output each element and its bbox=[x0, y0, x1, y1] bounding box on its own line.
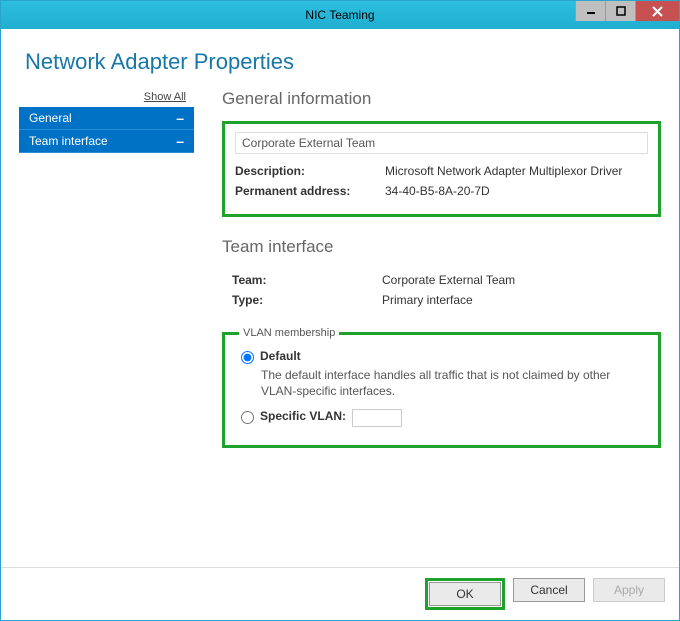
body: Show All General – Team interface – Gene… bbox=[19, 89, 661, 567]
sidebar-item-label: General bbox=[29, 111, 72, 125]
team-interface-block: Team: Corporate External Team Type: Prim… bbox=[222, 269, 661, 327]
maximize-button[interactable] bbox=[605, 1, 635, 21]
close-button[interactable] bbox=[635, 1, 679, 21]
vlan-default-radio[interactable] bbox=[241, 351, 254, 364]
kv-row: Description: Microsoft Network Adapter M… bbox=[235, 164, 648, 178]
show-all-link[interactable]: Show All bbox=[19, 89, 194, 107]
titlebar: NIC Teaming bbox=[1, 1, 679, 29]
kv-value: 34-40-B5-8A-20-7D bbox=[385, 184, 648, 198]
collapse-icon: – bbox=[176, 136, 184, 146]
vlan-legend: VLAN membership bbox=[239, 327, 339, 339]
cancel-button[interactable]: Cancel bbox=[513, 578, 585, 602]
main: General information Corporate External T… bbox=[194, 89, 661, 567]
page-title: Network Adapter Properties bbox=[25, 49, 661, 75]
section-title-team-interface: Team interface bbox=[222, 237, 661, 257]
general-info-box: Corporate External Team Description: Mic… bbox=[222, 121, 661, 217]
vlan-default-row: Default bbox=[239, 349, 644, 364]
kv-label: Team: bbox=[232, 273, 382, 287]
vlan-id-input[interactable] bbox=[352, 409, 402, 427]
window-controls bbox=[575, 1, 679, 21]
vlan-specific-row: Specific VLAN: bbox=[239, 409, 644, 427]
sidebar-item-label: Team interface bbox=[29, 134, 108, 148]
footer: OK Cancel Apply bbox=[1, 567, 679, 620]
vlan-default-label[interactable]: Default bbox=[260, 349, 301, 363]
vlan-default-desc: The default interface handles all traffi… bbox=[261, 368, 644, 399]
kv-row: Permanent address: 34-40-B5-8A-20-7D bbox=[235, 184, 648, 198]
kv-label: Permanent address: bbox=[235, 184, 385, 198]
window: NIC Teaming Network Adapter Properties S… bbox=[0, 0, 680, 621]
content: Network Adapter Properties Show All Gene… bbox=[1, 29, 679, 567]
apply-button: Apply bbox=[593, 578, 665, 602]
collapse-icon: – bbox=[176, 113, 184, 123]
sidebar: Show All General – Team interface – bbox=[19, 89, 194, 567]
close-icon bbox=[652, 6, 663, 17]
sidebar-item-team-interface[interactable]: Team interface – bbox=[19, 130, 194, 153]
vlan-specific-label[interactable]: Specific VLAN: bbox=[260, 409, 346, 423]
kv-label: Type: bbox=[232, 293, 382, 307]
team-name-field[interactable]: Corporate External Team bbox=[235, 132, 648, 154]
minimize-icon bbox=[586, 6, 596, 16]
maximize-icon bbox=[616, 6, 626, 16]
ok-button[interactable]: OK bbox=[429, 582, 501, 606]
kv-value: Primary interface bbox=[382, 293, 651, 307]
vlan-membership-fieldset: VLAN membership Default The default inte… bbox=[222, 327, 661, 448]
section-title-general: General information bbox=[222, 89, 661, 109]
vlan-specific-radio[interactable] bbox=[241, 411, 254, 424]
sidebar-item-general[interactable]: General – bbox=[19, 107, 194, 130]
kv-value: Corporate External Team bbox=[382, 273, 651, 287]
ok-highlight: OK bbox=[425, 578, 505, 610]
kv-label: Description: bbox=[235, 164, 385, 178]
kv-row: Type: Primary interface bbox=[232, 293, 651, 307]
kv-value: Microsoft Network Adapter Multiplexor Dr… bbox=[385, 164, 648, 178]
kv-row: Team: Corporate External Team bbox=[232, 273, 651, 287]
minimize-button[interactable] bbox=[575, 1, 605, 21]
